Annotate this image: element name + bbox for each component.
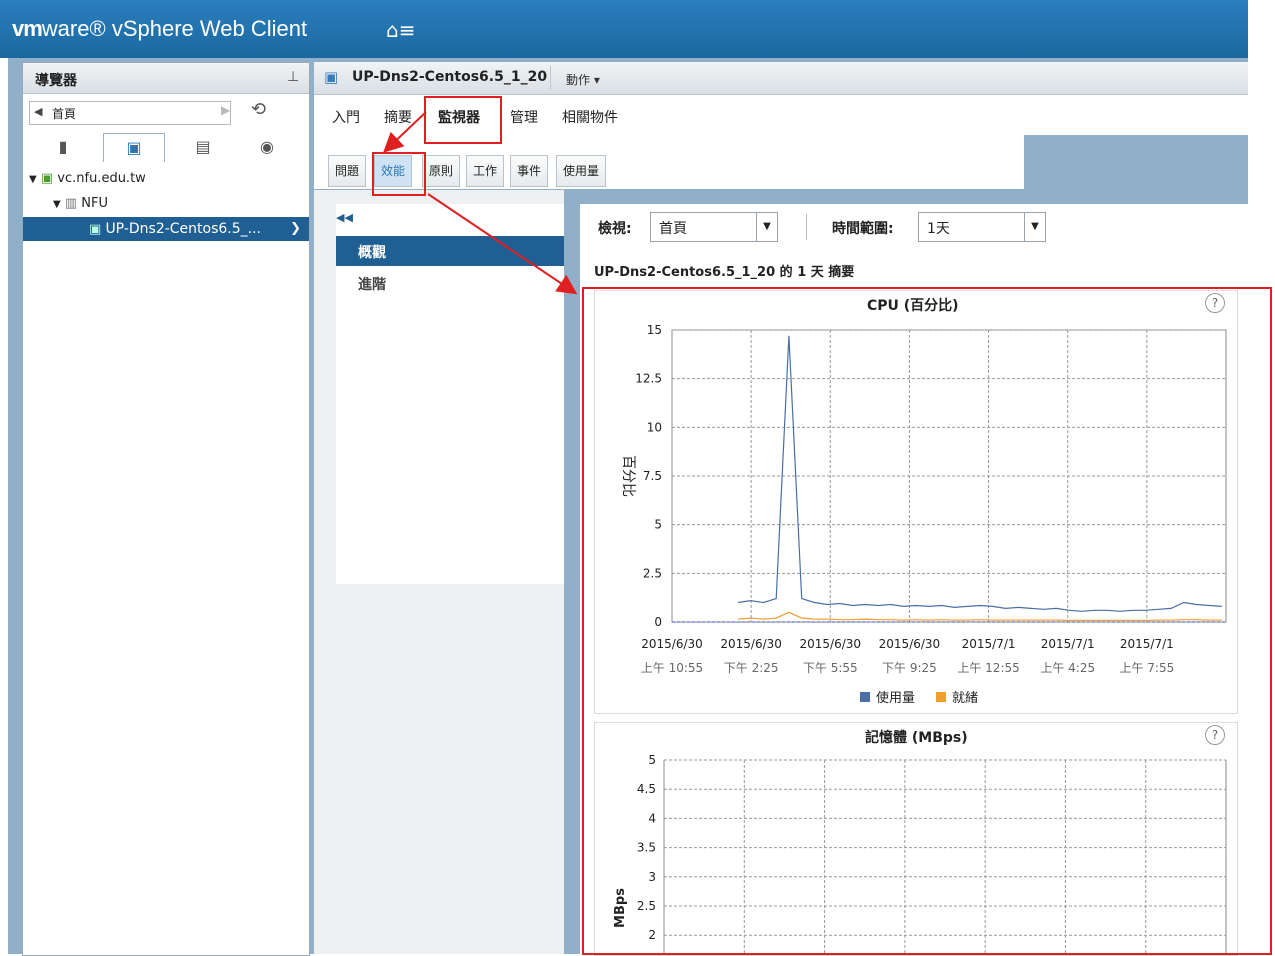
tab-related-objects[interactable]: 相關物件 (562, 107, 618, 127)
view-select-value: 首頁 (659, 221, 687, 237)
actions-menu[interactable]: 動作 ▾ (566, 71, 600, 88)
back-history-field[interactable]: ◀ 首頁 (29, 101, 231, 125)
x-tick-label: 下午 9:25 (882, 661, 937, 675)
expand-icon[interactable]: ▼ (29, 174, 37, 185)
legend-label: 就緒 (952, 691, 978, 706)
y-tick-label: 7.5 (643, 469, 662, 483)
navigator-header: 導覽器 ⊥ (23, 63, 309, 94)
list-item-label: 概觀 (358, 245, 386, 261)
tree-item-label: vc.nfu.edu.tw (57, 171, 146, 186)
x-tick-label: 2015/6/30 (641, 637, 703, 651)
y-tick-label: 10 (647, 420, 662, 434)
tab-getting-started[interactable]: 入門 (332, 107, 360, 127)
vcenter-icon: ▣ (40, 171, 54, 186)
y-tick-label: 5 (654, 518, 662, 532)
time-range-value: 1天 (927, 221, 950, 237)
y-tick-label: 15 (647, 323, 662, 337)
tree-item-label: NFU (81, 196, 108, 211)
vmware-logo: vmware® vSphere Web Client (12, 16, 308, 41)
navigator-tabs: ▮ ▣ ▤ ◉ (23, 133, 309, 165)
vm-icon: ▣ (89, 222, 102, 237)
memory-chart: 2 2.5 3 3.5 4 4.5 5 MBps (613, 753, 1227, 954)
pin-icon[interactable]: ⊥ (287, 69, 299, 85)
vms-templates-tab-icon[interactable]: ▣ (103, 133, 165, 162)
subtab-utilization[interactable]: 使用量 (556, 155, 607, 187)
chevron-down-icon[interactable]: ▼ (756, 213, 777, 241)
x-tick-label: 上午 12:55 (957, 661, 1019, 675)
back-label: 首頁 (52, 107, 77, 121)
x-tick-label: 2015/6/30 (720, 637, 782, 651)
networking-tab-icon[interactable]: ◉ (237, 133, 297, 161)
highlight-box-monitor (424, 96, 502, 144)
subtab-issues[interactable]: 問題 (328, 155, 367, 187)
summary-title: UP-Dns2-Centos6.5_1_20 的 1 天 摘要 (594, 265, 855, 280)
expand-icon[interactable]: ▼ (53, 199, 61, 210)
x-tick-label: 2015/6/30 (879, 637, 941, 651)
navigator-title: 導覽器 (35, 73, 77, 89)
x-tick-label: 2015/7/1 (962, 637, 1016, 651)
y-tick-label: 3 (648, 870, 656, 884)
x-tick-label: 上午 4:25 (1040, 661, 1095, 675)
chevron-right-icon[interactable]: ❯ (290, 217, 301, 241)
hosts-clusters-tab-icon[interactable]: ▮ (33, 133, 93, 161)
time-range-label: 時間範圍: (832, 221, 894, 237)
y-tick-label: 4 (648, 811, 656, 825)
y-tick-label: 4.5 (637, 782, 656, 796)
tree-item-vm[interactable]: ▣ UP-Dns2-Centos6.5_... ❯ (23, 217, 309, 241)
view-select[interactable]: 首頁 ▼ (650, 212, 778, 242)
y-tick-label: 3.5 (637, 841, 656, 855)
y-tick-label: 2.5 (643, 566, 662, 580)
tab-manage[interactable]: 管理 (510, 107, 538, 127)
forward-arrow-icon[interactable]: ▶ (221, 103, 230, 117)
y-tick-label: 12.5 (635, 372, 662, 386)
legend-swatch (860, 692, 870, 702)
series-line-使用量 (737, 335, 1223, 612)
time-range-select[interactable]: 1天 ▼ (918, 212, 1046, 242)
highlight-box-performance (372, 152, 426, 196)
tree-item-vcenter[interactable]: ▼ ▣ vc.nfu.edu.tw (23, 167, 309, 191)
y-tick-label: 5 (648, 753, 656, 767)
storage-tab-icon[interactable]: ▤ (173, 133, 233, 161)
history-icon[interactable]: ⟲ (251, 99, 266, 120)
x-tick-label: 上午 10:55 (641, 661, 703, 675)
navigator-panel: 導覽器 ⊥ ◀ 首頁 ▶ ⟲ ▮ ▣ ▤ ◉ ▼ ▣ vc.nfu.edu.tw… (22, 62, 310, 956)
datacenter-icon: ▥ (64, 196, 78, 211)
list-item-advanced[interactable]: 進階 (358, 274, 386, 294)
subtab-tasks[interactable]: 工作 (466, 155, 505, 187)
subtab-events[interactable]: 事件 (510, 155, 549, 187)
series-line-就緒 (737, 611, 1222, 621)
cpu-chart: 0 2.5 5 7.5 10 12.5 15 2015/6/30 上午 10:55 2015/6/… (620, 323, 1227, 706)
x-tick-label: 2015/7/1 (1041, 637, 1095, 651)
tab-summary[interactable]: 摘要 (384, 107, 412, 127)
tree-item-datacenter[interactable]: ▼ ▥ NFU (23, 192, 309, 216)
legend-label: 使用量 (876, 690, 915, 706)
legend-swatch (936, 692, 946, 702)
chevron-down-icon[interactable]: ▼ (1024, 213, 1045, 241)
y-tick-label: 2.5 (637, 899, 656, 913)
x-tick-label: 2015/6/30 (800, 637, 862, 651)
x-tick-label: 下午 5:55 (803, 661, 858, 675)
back-arrow-icon[interactable]: ◀ (34, 105, 42, 118)
y-axis-label: 百分比 (620, 455, 636, 497)
y-axis-label: MBps (613, 888, 628, 928)
content-header: ▣ UP-Dns2-Centos6.5_1_20 動作 ▾ (314, 62, 1248, 95)
collapse-icon[interactable]: ◀◀ (336, 211, 353, 224)
x-tick-label: 2015/7/1 (1120, 637, 1174, 651)
vm-title: UP-Dns2-Centos6.5_1_20 (352, 69, 548, 85)
divider (806, 214, 807, 240)
y-tick-label: 2 (648, 928, 656, 942)
view-label: 檢視: (598, 221, 632, 237)
list-item-overview[interactable]: 概觀 (336, 236, 564, 266)
vm-icon: ▣ (324, 68, 339, 86)
subtab-policies[interactable]: 原則 (422, 155, 461, 187)
home-menu-icon[interactable]: ⌂≡ (386, 18, 415, 42)
x-tick-label: 下午 2:25 (724, 661, 779, 675)
y-tick-label: 0 (654, 615, 662, 629)
x-tick-label: 上午 7:55 (1119, 661, 1174, 675)
divider (550, 66, 551, 90)
tree-item-label: UP-Dns2-Centos6.5_... (105, 221, 262, 237)
